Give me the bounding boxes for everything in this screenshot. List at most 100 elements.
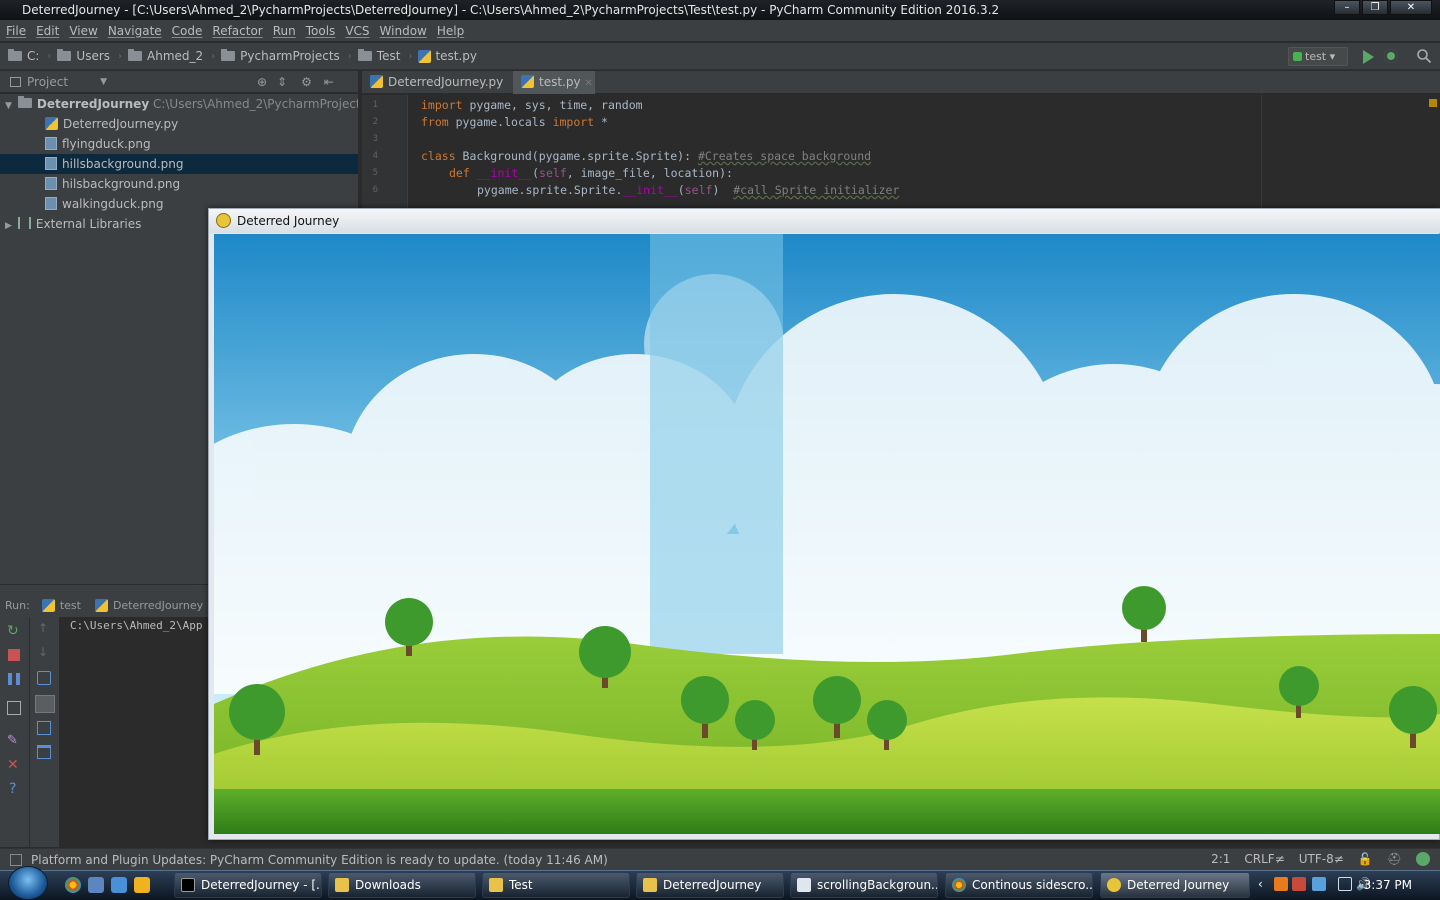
menu-view[interactable]: View	[69, 24, 103, 38]
run-tab-test[interactable]: test	[60, 599, 81, 612]
menu-refactor[interactable]: Refactor	[212, 24, 268, 38]
expand-down-icon[interactable]: ▼	[5, 101, 12, 111]
status-message[interactable]: Platform and Plugin Updates: PyCharm Com…	[31, 853, 608, 867]
menu-run[interactable]: Run	[273, 24, 302, 38]
menu-navigate[interactable]: Navigate	[108, 24, 168, 38]
locate-icon[interactable]: ⊕	[257, 75, 267, 89]
close-icon[interactable]: ✕	[7, 757, 21, 773]
taskbar-pycharm[interactable]: DeterredJourney - [...	[174, 872, 322, 898]
tree-item-label: hilsbackground.png	[62, 177, 181, 191]
status-panel-icon[interactable]	[10, 853, 22, 866]
desktop-icon[interactable]	[88, 877, 104, 893]
breadcrumb: C: › Users › Ahmed_2 › PycharmProjects › Tes…	[0, 43, 1440, 70]
expand-right-icon[interactable]: ▶	[5, 221, 12, 231]
explorer-icon[interactable]	[111, 877, 127, 893]
menu-tools[interactable]: Tools	[306, 24, 342, 38]
minimize-button[interactable]: –	[1334, 0, 1360, 15]
pause-icon[interactable]	[8, 673, 20, 685]
warning-marker[interactable]	[1429, 99, 1437, 107]
tray-app-icon[interactable]	[1274, 877, 1288, 891]
taskbar-downloads[interactable]: Downloads	[328, 872, 476, 898]
breadcrumb-users[interactable]: Users	[57, 49, 110, 63]
tray-expand-icon[interactable]: ‹	[1258, 877, 1272, 891]
trash-icon[interactable]	[37, 745, 51, 759]
start-button[interactable]	[8, 866, 48, 900]
tree-item-hillsbackground[interactable]: hillsbackground.png	[0, 154, 358, 174]
media-icon[interactable]	[134, 877, 150, 893]
network-icon[interactable]	[1338, 877, 1352, 891]
run-label: Run:	[5, 598, 30, 612]
tab-deterredjourney-py[interactable]: DeterredJourney.py ✕	[362, 71, 510, 111]
taskbar-chrome-tab[interactable]: Continous sidescro...	[945, 872, 1093, 898]
search-icon[interactable]	[1416, 48, 1432, 64]
menu-code[interactable]: Code	[172, 24, 209, 38]
breadcrumb-label: C:	[27, 49, 40, 63]
python-file-icon	[45, 117, 58, 130]
close-button[interactable]: ✕	[1390, 0, 1432, 15]
debug-icon[interactable]	[1384, 49, 1398, 63]
arrow-down-icon[interactable]: ↓	[38, 645, 52, 659]
code-line-2[interactable]: from pygame.locals import *	[421, 114, 608, 131]
inspector-icon[interactable]: ⛑	[1387, 852, 1402, 866]
taskbar-scrolling-background[interactable]: scrollingBackgroun...	[790, 872, 938, 898]
tab-test-py[interactable]: test.py ✕	[513, 71, 595, 94]
code-line-5[interactable]: def __init__(self, image_file, location)…	[449, 165, 733, 182]
breadcrumb-label: Test	[376, 49, 401, 63]
menu-vcs[interactable]: VCS	[345, 24, 375, 38]
menu-file[interactable]: File	[6, 24, 32, 38]
tree-item-flyingduck[interactable]: flyingduck.png	[0, 134, 358, 154]
taskbar-test[interactable]: Test	[482, 872, 630, 898]
document-icon	[797, 878, 811, 892]
rerun-icon[interactable]: ↻	[7, 623, 21, 639]
folder-icon	[643, 878, 657, 892]
tray-app-icon[interactable]	[1312, 877, 1326, 891]
console-output[interactable]: C:\Users\Ahmed_2\App	[60, 617, 210, 847]
pycharm-icon	[181, 878, 195, 892]
run-icon[interactable]	[1363, 50, 1374, 64]
close-icon[interactable]: ✕	[584, 78, 592, 89]
line-separator[interactable]: CRLF≠	[1244, 852, 1284, 866]
run-tab-deterredjourney[interactable]: DeterredJourney	[113, 599, 203, 612]
taskbar-deterred-journey-game[interactable]: Deterred Journey	[1100, 872, 1250, 898]
code-line-6[interactable]: pygame.sprite.Sprite.__init__(self) #cal…	[477, 182, 899, 199]
breadcrumb-user[interactable]: Ahmed_2	[128, 49, 203, 63]
game-canvas[interactable]	[214, 234, 1440, 834]
breadcrumb-drive[interactable]: C:	[8, 49, 39, 63]
menu-edit[interactable]: Edit	[36, 24, 65, 38]
pin-icon[interactable]: ✎	[7, 733, 21, 748]
print-icon[interactable]	[37, 721, 51, 735]
pygame-icon	[1107, 878, 1121, 892]
restore-button[interactable]: ❐	[1362, 0, 1388, 15]
code-line-1[interactable]: import pygame, sys, time, random	[421, 97, 643, 114]
chevron-down-icon[interactable]: ▼	[100, 77, 107, 87]
lock-icon[interactable]: 🔓	[1358, 852, 1373, 866]
arrow-up-icon[interactable]: ↑	[38, 621, 52, 635]
stop-icon[interactable]	[8, 649, 20, 661]
file-encoding[interactable]: UTF-8≠	[1299, 852, 1344, 866]
breadcrumb-file[interactable]: test.py	[418, 49, 477, 63]
cursor-position[interactable]: 2:1	[1211, 852, 1230, 866]
breadcrumb-test[interactable]: Test	[357, 49, 401, 63]
tree-root[interactable]: ▼ DeterredJourney C:\Users\Ahmed_2\Pychar…	[0, 94, 358, 114]
run-panel-header: Run: test DeterredJourney	[0, 594, 210, 616]
scroll-to-end-icon[interactable]	[35, 695, 55, 713]
tray-security-icon[interactable]	[1292, 877, 1306, 891]
chrome-icon[interactable]	[65, 877, 81, 893]
gear-icon[interactable]: ⚙	[301, 75, 312, 89]
layout-icon[interactable]	[7, 701, 21, 715]
event-log-icon[interactable]	[1416, 852, 1430, 866]
taskbar-deterredjourney[interactable]: DeterredJourney	[636, 872, 784, 898]
collapse-icon[interactable]: ⇕	[277, 75, 287, 89]
tree-item-hilsbackground[interactable]: hilsbackground.png	[0, 174, 358, 194]
project-view-selector[interactable]: Project	[27, 75, 68, 89]
menu-help[interactable]: Help	[437, 24, 470, 38]
hide-icon[interactable]: ⇤	[324, 75, 334, 89]
taskbar-clock[interactable]: 3:37 PM	[1364, 870, 1412, 900]
help-icon[interactable]: ?	[9, 781, 23, 797]
run-config-dropdown[interactable]: test ▾	[1288, 47, 1348, 66]
soft-wrap-icon[interactable]	[37, 671, 51, 685]
menu-window[interactable]: Window	[380, 24, 433, 38]
tree-item-deterredjourney-py[interactable]: DeterredJourney.py	[0, 114, 358, 134]
code-line-4[interactable]: class Background(pygame.sprite.Sprite): …	[421, 148, 871, 165]
breadcrumb-projects[interactable]: PycharmProjects	[221, 49, 340, 63]
